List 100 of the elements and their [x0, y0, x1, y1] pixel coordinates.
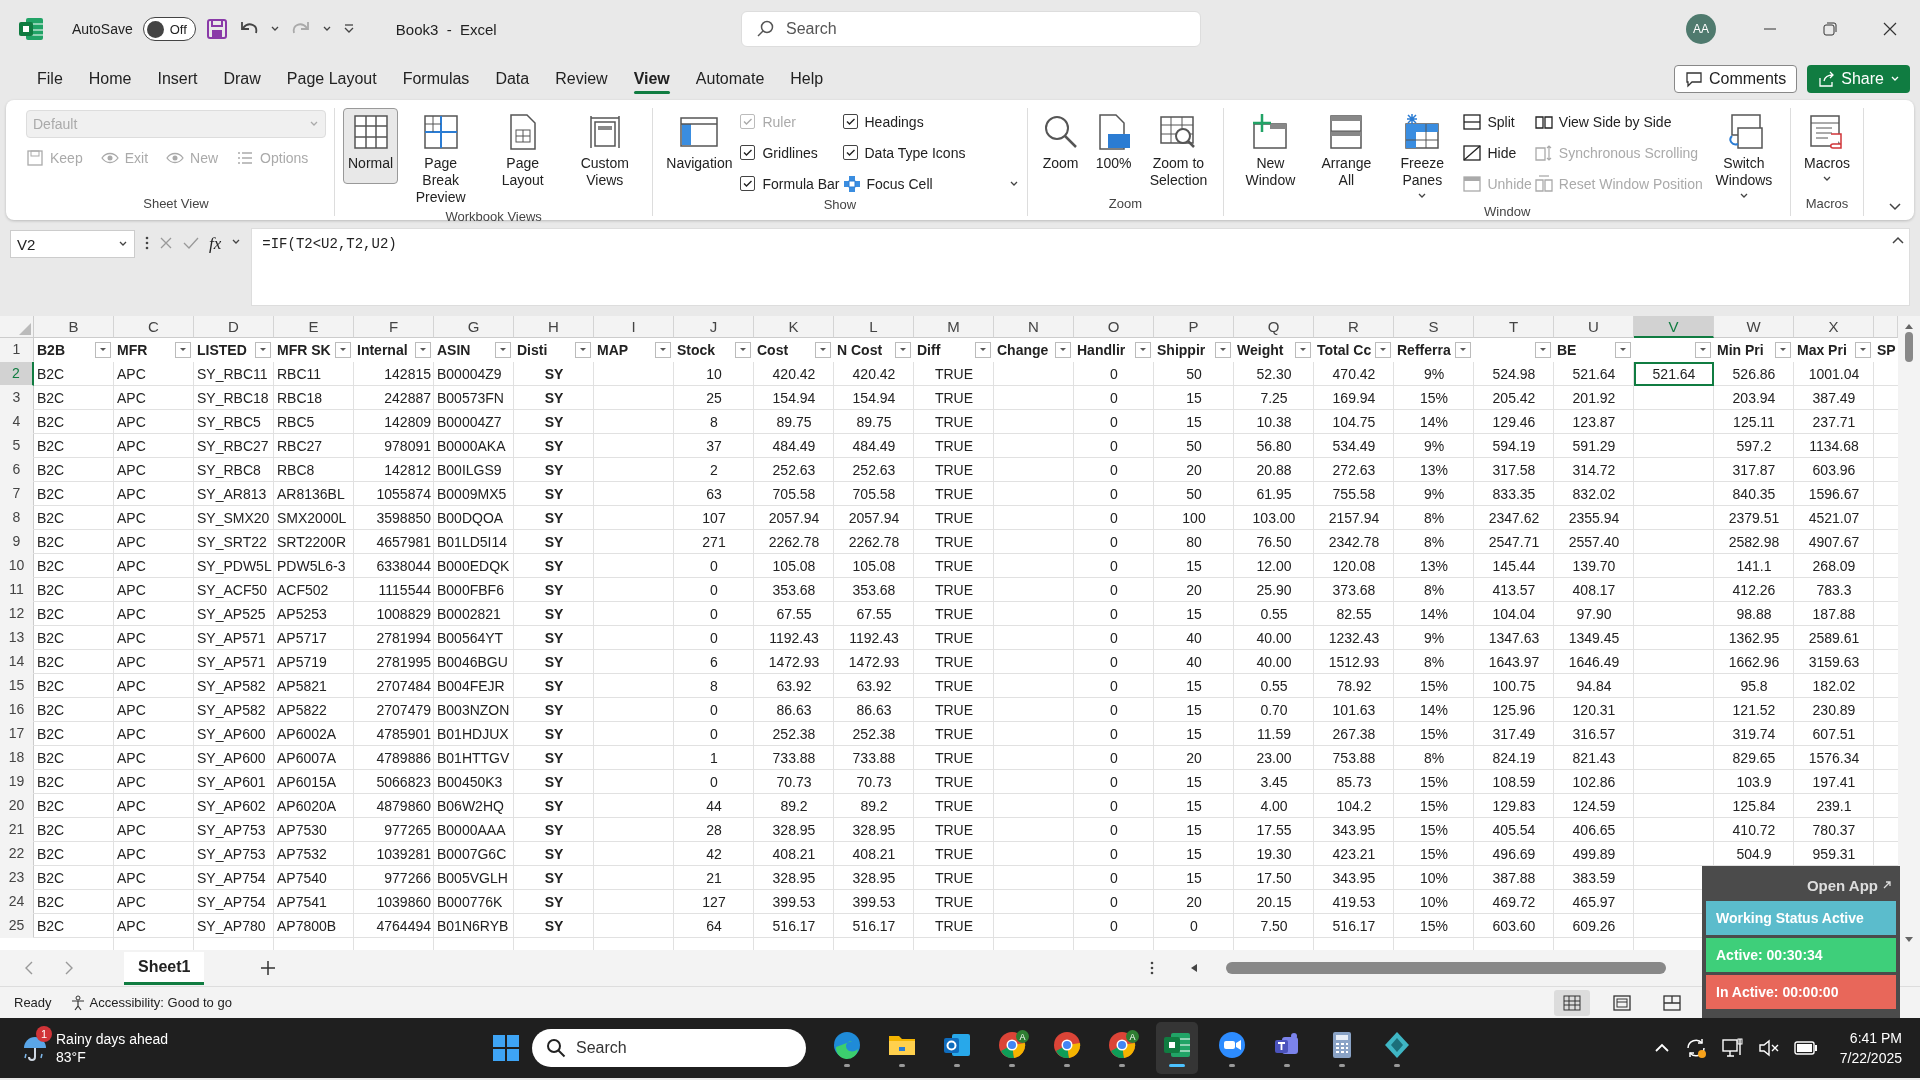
filter-button[interactable] — [895, 342, 911, 358]
row-header[interactable]: 19 — [0, 770, 34, 794]
filter-button[interactable] — [1295, 342, 1311, 358]
network-icon[interactable] — [1721, 1037, 1744, 1059]
insert-function-button[interactable]: fx — [209, 234, 222, 254]
column-header[interactable]: B — [34, 316, 114, 338]
chrome-icon[interactable] — [1052, 1029, 1082, 1060]
row-header[interactable]: 9 — [0, 530, 34, 554]
row-header[interactable]: 17 — [0, 722, 34, 746]
filter-button[interactable] — [1615, 342, 1631, 358]
edge-icon[interactable] — [832, 1029, 862, 1060]
filter-button[interactable] — [335, 342, 351, 358]
menu-tab[interactable]: Review — [542, 62, 621, 96]
chevron-up-icon[interactable] — [1891, 235, 1905, 245]
row-header[interactable]: 15 — [0, 674, 34, 698]
ribbon-button[interactable]: Normal — [343, 108, 399, 184]
ribbon-button[interactable]: Macros — [1799, 108, 1855, 187]
ribbon-button[interactable]: Zoom to Selection — [1141, 108, 1216, 193]
autosave-toggle[interactable]: Off — [142, 17, 196, 41]
row-header[interactable]: 18 — [0, 746, 34, 770]
column-header[interactable]: J — [674, 316, 754, 338]
close-icon[interactable] — [1883, 22, 1897, 36]
row-header[interactable]: 6 — [0, 458, 34, 482]
restore-icon[interactable] — [1823, 22, 1837, 36]
previous-sheet-icon[interactable] — [24, 961, 34, 975]
row-header[interactable]: 20 — [0, 794, 34, 818]
chevron-down-icon[interactable] — [1888, 202, 1902, 212]
ribbon-small-button[interactable]: Split — [1463, 108, 1532, 135]
filter-button[interactable] — [1375, 342, 1391, 358]
filter-button[interactable] — [1775, 342, 1791, 358]
menu-tab[interactable]: Page Layout — [273, 62, 390, 96]
taskbar-search[interactable]: Search — [532, 1029, 806, 1067]
filter-button[interactable] — [1455, 342, 1471, 358]
column-header[interactable]: I — [594, 316, 674, 338]
ribbon-button[interactable]: Page Layout — [483, 108, 563, 193]
scrollbar-thumb[interactable] — [1905, 332, 1913, 362]
column-header[interactable]: L — [834, 316, 914, 338]
filter-button[interactable] — [1135, 342, 1151, 358]
user-avatar[interactable]: AA — [1686, 14, 1716, 44]
filter-button[interactable] — [815, 342, 831, 358]
name-box[interactable]: V2 — [10, 230, 135, 258]
row-header[interactable]: 13 — [0, 626, 34, 650]
column-header[interactable]: C — [114, 316, 194, 338]
column-header[interactable]: O — [1074, 316, 1154, 338]
row-header[interactable]: 1 — [0, 338, 34, 362]
filter-button[interactable] — [175, 342, 191, 358]
ribbon-button[interactable]: Freeze Panes — [1384, 108, 1461, 204]
row-header[interactable]: 3 — [0, 386, 34, 410]
ribbon-small-button[interactable]: Hide — [1463, 139, 1532, 166]
open-app-link[interactable]: Open App — [1806, 876, 1878, 894]
column-header[interactable]: E — [274, 316, 354, 338]
start-icon[interactable] — [492, 1034, 520, 1062]
filter-button[interactable] — [495, 342, 511, 358]
more-options-icon[interactable] — [1150, 961, 1154, 975]
clock-time[interactable]: 6:41 PM — [1849, 1028, 1902, 1048]
checkmark-icon[interactable] — [183, 236, 199, 250]
column-header[interactable]: F — [354, 316, 434, 338]
column-header[interactable]: R — [1314, 316, 1394, 338]
column-header[interactable]: W — [1714, 316, 1794, 338]
filter-button[interactable] — [1535, 342, 1551, 358]
muted-speaker-icon[interactable] — [1757, 1038, 1780, 1058]
column-header[interactable]: P — [1154, 316, 1234, 338]
column-header[interactable]: H — [514, 316, 594, 338]
column-header[interactable]: T — [1474, 316, 1554, 338]
ribbon-button[interactable]: Zoom — [1035, 108, 1086, 184]
sheet-tab[interactable]: Sheet1 — [124, 951, 205, 985]
ribbon-button[interactable]: Arrange All — [1311, 108, 1382, 193]
column-header[interactable]: G — [434, 316, 514, 338]
ribbon-button[interactable]: New Window — [1232, 108, 1309, 193]
checkbox[interactable]: Data Type Icons — [842, 139, 1019, 166]
checkbox[interactable]: Headings — [842, 108, 1019, 135]
menu-tab[interactable]: Home — [75, 62, 145, 96]
ribbon-button[interactable]: 100% — [1088, 108, 1139, 184]
ribbon-small-button[interactable]: View Side by Side — [1534, 108, 1703, 135]
filter-button[interactable] — [575, 342, 591, 358]
column-header[interactable]: N — [994, 316, 1074, 338]
filter-button[interactable] — [1695, 342, 1711, 358]
filter-button[interactable] — [1855, 342, 1871, 358]
row-header[interactable]: 23 — [0, 866, 34, 890]
weather-title[interactable]: Rainy days ahead — [56, 1030, 169, 1048]
column-header[interactable]: X — [1794, 316, 1874, 338]
row-header[interactable]: 10 — [0, 554, 34, 578]
menu-tab[interactable]: Help — [777, 62, 837, 96]
column-header[interactable]: M — [914, 316, 994, 338]
menu-tab[interactable]: Insert — [144, 62, 211, 96]
add-sheet-icon[interactable] — [260, 960, 277, 976]
row-header[interactable]: 2 — [0, 362, 34, 386]
row-header[interactable]: 8 — [0, 506, 34, 530]
ribbon-button[interactable]: Switch Windows — [1705, 108, 1783, 204]
taskbar-app-button[interactable]: A — [991, 1022, 1033, 1074]
ribbon-button[interactable]: Custom Views — [565, 108, 645, 193]
filter-button[interactable] — [255, 342, 271, 358]
filter-button[interactable] — [95, 342, 111, 358]
menu-tab[interactable]: View — [620, 62, 683, 96]
ribbon-small-button[interactable]: Focus Cell — [842, 170, 1019, 197]
scroll-up-icon[interactable] — [1904, 322, 1914, 330]
checkbox[interactable]: Formula Bar — [740, 170, 840, 197]
row-header[interactable]: 7 — [0, 482, 34, 506]
column-header[interactable]: D — [194, 316, 274, 338]
row-header[interactable]: 16 — [0, 698, 34, 722]
